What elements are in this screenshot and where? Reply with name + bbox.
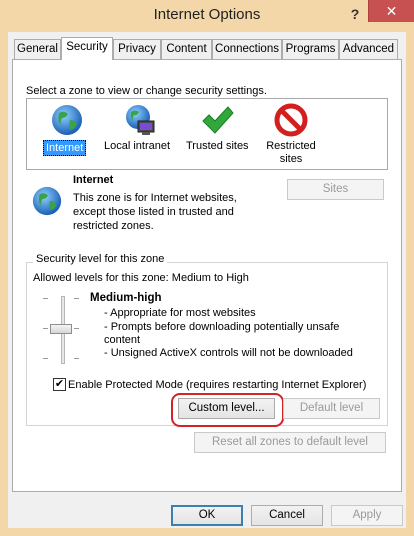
protected-mode-label: Enable Protected Mode (requires restarti… bbox=[68, 379, 367, 391]
protected-mode-checkbox[interactable]: ✔ bbox=[53, 378, 66, 391]
security-level-name: Medium-high bbox=[90, 292, 162, 304]
reset-all-zones-button[interactable]: Reset all zones to default level bbox=[194, 432, 386, 453]
slider-tick bbox=[74, 328, 79, 329]
help-button[interactable]: ? bbox=[340, 3, 370, 25]
tab-privacy[interactable]: Privacy bbox=[113, 39, 161, 59]
slider-tick bbox=[74, 298, 79, 299]
zone-local-intranet-label: Local intranet bbox=[104, 140, 171, 152]
close-button[interactable]: ✕ bbox=[368, 0, 414, 22]
slider-tick bbox=[43, 358, 48, 359]
tab-general[interactable]: General bbox=[14, 39, 61, 59]
default-level-button[interactable]: Default level bbox=[283, 398, 380, 419]
zone-restricted-sites[interactable]: Restricted sites bbox=[264, 103, 318, 165]
slider-tick bbox=[74, 358, 79, 359]
slider-tick bbox=[43, 328, 48, 329]
intranet-globe-icon bbox=[126, 105, 155, 135]
ok-button[interactable]: OK bbox=[171, 505, 243, 526]
sites-button[interactable]: Sites bbox=[287, 179, 384, 200]
zone-detail-desc-line3: restricted zones. bbox=[73, 220, 154, 232]
restricted-icon bbox=[274, 103, 308, 137]
zone-detail-globe-icon bbox=[32, 186, 62, 216]
globe-icon bbox=[52, 105, 82, 135]
tab-content[interactable]: Content bbox=[161, 39, 212, 59]
zone-restricted-label-line1: Restricted bbox=[266, 140, 316, 152]
zone-trusted-sites-label: Trusted sites bbox=[186, 140, 249, 152]
apply-button[interactable]: Apply bbox=[331, 505, 403, 526]
zone-detail-title: Internet bbox=[73, 174, 114, 186]
zone-detail-desc-line2: except those listed in trusted and bbox=[73, 206, 234, 218]
tab-advanced[interactable]: Advanced bbox=[339, 39, 398, 59]
allowed-levels-text: Allowed levels for this zone: Medium to … bbox=[33, 272, 249, 284]
cancel-button[interactable]: Cancel bbox=[251, 505, 323, 526]
security-slider-thumb[interactable] bbox=[50, 324, 72, 334]
zone-restricted-label-line2: sites bbox=[279, 153, 303, 165]
zone-local-intranet[interactable]: Local intranet bbox=[104, 103, 176, 157]
tab-security[interactable]: Security bbox=[61, 37, 113, 60]
tab-programs[interactable]: Programs bbox=[282, 39, 339, 59]
slider-tick bbox=[43, 298, 48, 299]
level-bullet: - Unsigned ActiveX controls will not be … bbox=[104, 347, 353, 359]
level-bullet: content bbox=[104, 334, 141, 346]
zone-internet[interactable]: Internet bbox=[43, 103, 91, 157]
zone-detail-desc-line1: This zone is for Internet websites, bbox=[73, 192, 237, 204]
tab-connections[interactable]: Connections bbox=[212, 39, 282, 59]
level-bullet: - Appropriate for most websites bbox=[104, 307, 256, 319]
level-bullet: - Prompts before downloading potentially… bbox=[104, 321, 340, 333]
security-level-group-label: Security level for this zone bbox=[33, 253, 168, 265]
zones-prompt: Select a zone to view or change security… bbox=[26, 85, 267, 97]
annotation-highlight bbox=[171, 393, 284, 427]
checkmark-icon bbox=[202, 106, 234, 134]
zone-internet-label: Internet bbox=[43, 140, 87, 156]
zone-trusted-sites[interactable]: Trusted sites bbox=[184, 103, 252, 157]
